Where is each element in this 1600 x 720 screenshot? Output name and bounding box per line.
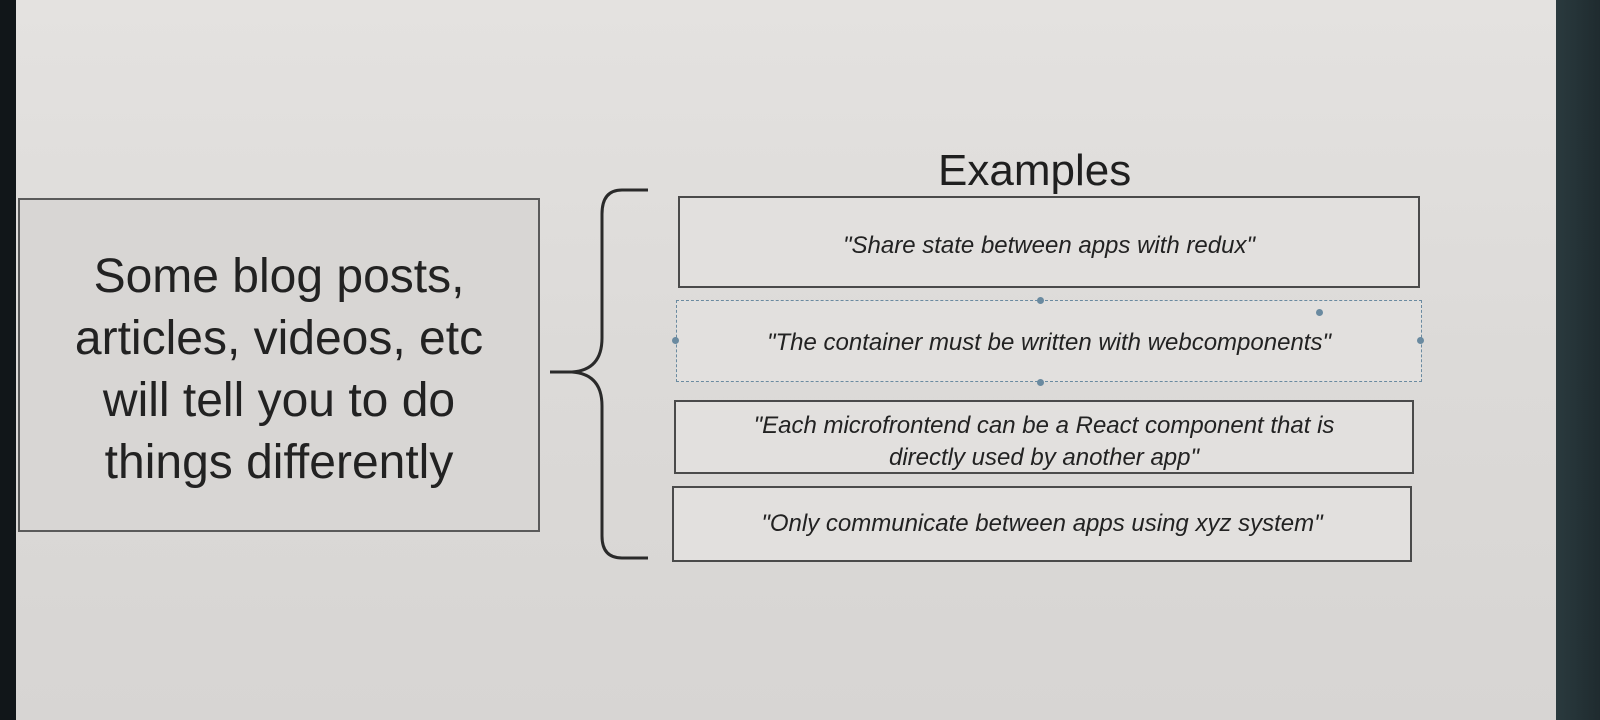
example-text: directly used by another app" xyxy=(888,444,1200,471)
main-statement-line: articles, videos, etc xyxy=(74,312,484,365)
curly-brace-connector xyxy=(550,188,648,560)
main-statement-line: things differently xyxy=(104,436,454,489)
example-text: "The container must be written with webc… xyxy=(767,329,1331,356)
rotation-handle[interactable] xyxy=(1316,309,1323,316)
selection-handle[interactable] xyxy=(1417,337,1424,344)
monitor-left-bezel xyxy=(0,0,16,720)
main-statement-line: Some blog posts, xyxy=(93,250,465,303)
example-box[interactable]: "Share state between apps with redux" xyxy=(678,196,1420,288)
example-text: "Each microfrontend can be a React compo… xyxy=(753,412,1335,439)
example-box-selected[interactable]: "The container must be written with webc… xyxy=(676,300,1422,382)
main-statement-line: will tell you to do xyxy=(102,374,456,427)
example-text: "Only communicate between apps using xyz… xyxy=(761,510,1323,537)
monitor-right-bezel xyxy=(1556,0,1600,720)
example-text: "Share state between apps with redux" xyxy=(843,232,1255,259)
selection-handle[interactable] xyxy=(672,337,679,344)
selection-handle[interactable] xyxy=(1037,297,1044,304)
example-box[interactable]: "Only communicate between apps using xyz… xyxy=(672,486,1412,562)
main-statement-text: Some blog posts, articles, videos, etc w… xyxy=(18,246,540,494)
slide-title: Examples xyxy=(938,146,1132,195)
selection-handle[interactable] xyxy=(1037,379,1044,386)
example-box[interactable]: "Each microfrontend can be a React compo… xyxy=(674,400,1414,474)
